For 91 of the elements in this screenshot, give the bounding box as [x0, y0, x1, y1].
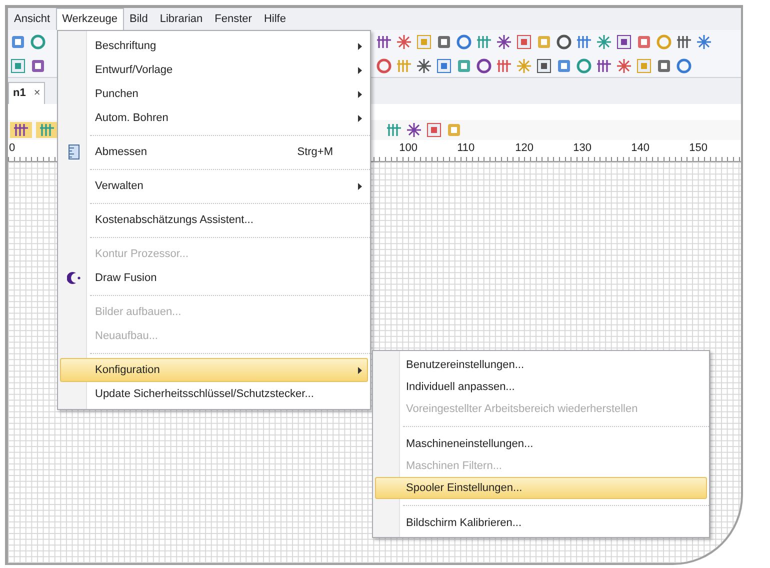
square-icon[interactable] — [436, 34, 452, 50]
menu-item-label: Maschinen Filtern... — [405, 458, 502, 474]
menu-item-label: Draw Fusion — [94, 270, 158, 286]
star-icon[interactable] — [516, 58, 532, 74]
square-icon[interactable] — [456, 58, 472, 74]
document-tab[interactable]: n1 × — [8, 82, 46, 104]
bars-icon[interactable] — [386, 122, 402, 138]
menu-item[interactable]: Individuell anpassen... — [375, 376, 707, 398]
menu-item[interactable]: Konfiguration — [60, 358, 368, 382]
circle-icon[interactable] — [30, 34, 46, 50]
submenu-arrow-icon — [358, 114, 362, 122]
menu-bar-item[interactable]: Hilfe — [258, 10, 292, 28]
bars-icon[interactable] — [596, 58, 612, 74]
menu-item-label: Voreingestellter Arbeitsbereich wiederherstellen — [405, 402, 638, 417]
menu-item[interactable]: Beschriftung — [60, 34, 368, 58]
square-icon[interactable] — [636, 34, 652, 50]
frame-icon[interactable] — [616, 34, 632, 50]
circle-icon[interactable] — [456, 34, 472, 50]
menu-item[interactable]: Spooler Einstellungen... — [375, 477, 707, 499]
menu-item-label: Neuaufbau... — [94, 328, 159, 344]
ruler-icon — [68, 144, 80, 160]
bars-icon[interactable] — [576, 34, 592, 50]
star-icon[interactable] — [416, 58, 432, 74]
star-icon[interactable] — [596, 34, 612, 50]
menu-item-label: Abmessen — [94, 144, 148, 160]
menu-item-label: Bilder aufbauen... — [94, 304, 182, 320]
menu-bar-item[interactable]: Fenster — [208, 10, 258, 28]
tab-label: n1 — [13, 86, 26, 102]
menu-item[interactable]: Abmessen Strg+M — [60, 140, 368, 164]
circle-icon[interactable] — [556, 34, 572, 50]
menu-item-label: Kontur Prozessor... — [94, 246, 190, 262]
stitch-button[interactable] — [10, 122, 32, 138]
shortcut-label: Strg+M — [297, 144, 334, 160]
bars-icon[interactable] — [496, 58, 512, 74]
menu-bar-item[interactable]: Bild — [124, 10, 154, 28]
tab-close-button[interactable]: × — [34, 85, 40, 102]
bars-icon[interactable] — [13, 122, 29, 138]
menu-item[interactable]: Kostenabschätzungs Assistent... — [60, 208, 368, 232]
menu-item-label: Bildschirm Kalibrieren... — [405, 516, 522, 531]
menu-item-label: Beschriftung — [94, 38, 158, 54]
circle-icon[interactable] — [476, 58, 492, 74]
menu-item[interactable]: Draw Fusion — [60, 266, 368, 290]
star-icon[interactable] — [496, 34, 512, 50]
bars-icon[interactable] — [476, 34, 492, 50]
menu-item-label: Punchen — [94, 86, 140, 102]
frame-icon[interactable] — [536, 58, 552, 74]
menu-item[interactable]: Maschineneinstellungen... — [375, 433, 707, 455]
menu-item[interactable]: Bildschirm Kalibrieren... — [375, 512, 707, 534]
menu-item-label: Individuell anpassen... — [405, 380, 515, 395]
menu-item-label: Verwalten — [94, 178, 144, 194]
menu-bar-item[interactable]: Ansicht — [8, 10, 56, 28]
menu-item-label: Spooler Einstellungen... — [405, 480, 522, 496]
menu-item[interactable]: Entwurf/Vorlage — [60, 58, 368, 82]
bars-icon[interactable] — [676, 34, 692, 50]
menu-bar-item[interactable]: Librarian — [154, 10, 209, 28]
menu-item-label: Maschineneinstellungen... — [405, 436, 534, 452]
menu-item-label: Entwurf/Vorlage — [94, 62, 174, 78]
menu-bar-item[interactable]: Werkzeuge — [56, 8, 124, 30]
square-icon[interactable] — [656, 58, 672, 74]
circle-icon[interactable] — [576, 58, 592, 74]
menu-item-label: Konfiguration — [94, 362, 161, 378]
frame-icon[interactable] — [426, 122, 442, 138]
menu-item-label: Update Sicherheitsschlüssel/Schutzstecker... — [94, 386, 315, 402]
menu-item[interactable]: Punchen — [60, 82, 368, 106]
submenu-arrow-icon — [358, 42, 362, 50]
menu-item[interactable]: Benutzereinstellungen... — [375, 354, 707, 376]
submenu-arrow-icon — [358, 66, 362, 74]
star-icon[interactable] — [406, 122, 422, 138]
star-icon[interactable] — [616, 58, 632, 74]
submenu-arrow-icon — [358, 366, 362, 374]
submenu-arrow-icon — [358, 90, 362, 98]
menu-item-label: Autom. Bohren — [94, 110, 170, 126]
circle-icon[interactable] — [376, 58, 392, 74]
square-icon[interactable] — [556, 58, 572, 74]
menu-item[interactable]: Verwalten — [60, 174, 368, 198]
frame-icon[interactable] — [516, 34, 532, 50]
circle-icon[interactable] — [676, 58, 692, 74]
frame-icon[interactable] — [436, 58, 452, 74]
stitch-button[interactable] — [36, 122, 58, 138]
star-icon[interactable] — [396, 34, 412, 50]
menu-item-label: Benutzereinstellungen... — [405, 358, 524, 373]
square-icon[interactable] — [30, 58, 46, 74]
square-icon[interactable] — [10, 34, 26, 50]
submenu-arrow-icon — [358, 182, 362, 190]
menu-item-label: Kostenabschätzungs Assistent... — [94, 212, 254, 228]
frame-icon[interactable] — [10, 58, 26, 74]
bars-icon[interactable] — [376, 34, 392, 50]
crescent-icon — [67, 271, 81, 285]
star-icon[interactable] — [696, 34, 712, 50]
menu-item[interactable]: Autom. Bohren — [60, 106, 368, 130]
menu-item[interactable]: Update Sicherheitsschlüssel/Schutzstecker... — [60, 382, 368, 406]
